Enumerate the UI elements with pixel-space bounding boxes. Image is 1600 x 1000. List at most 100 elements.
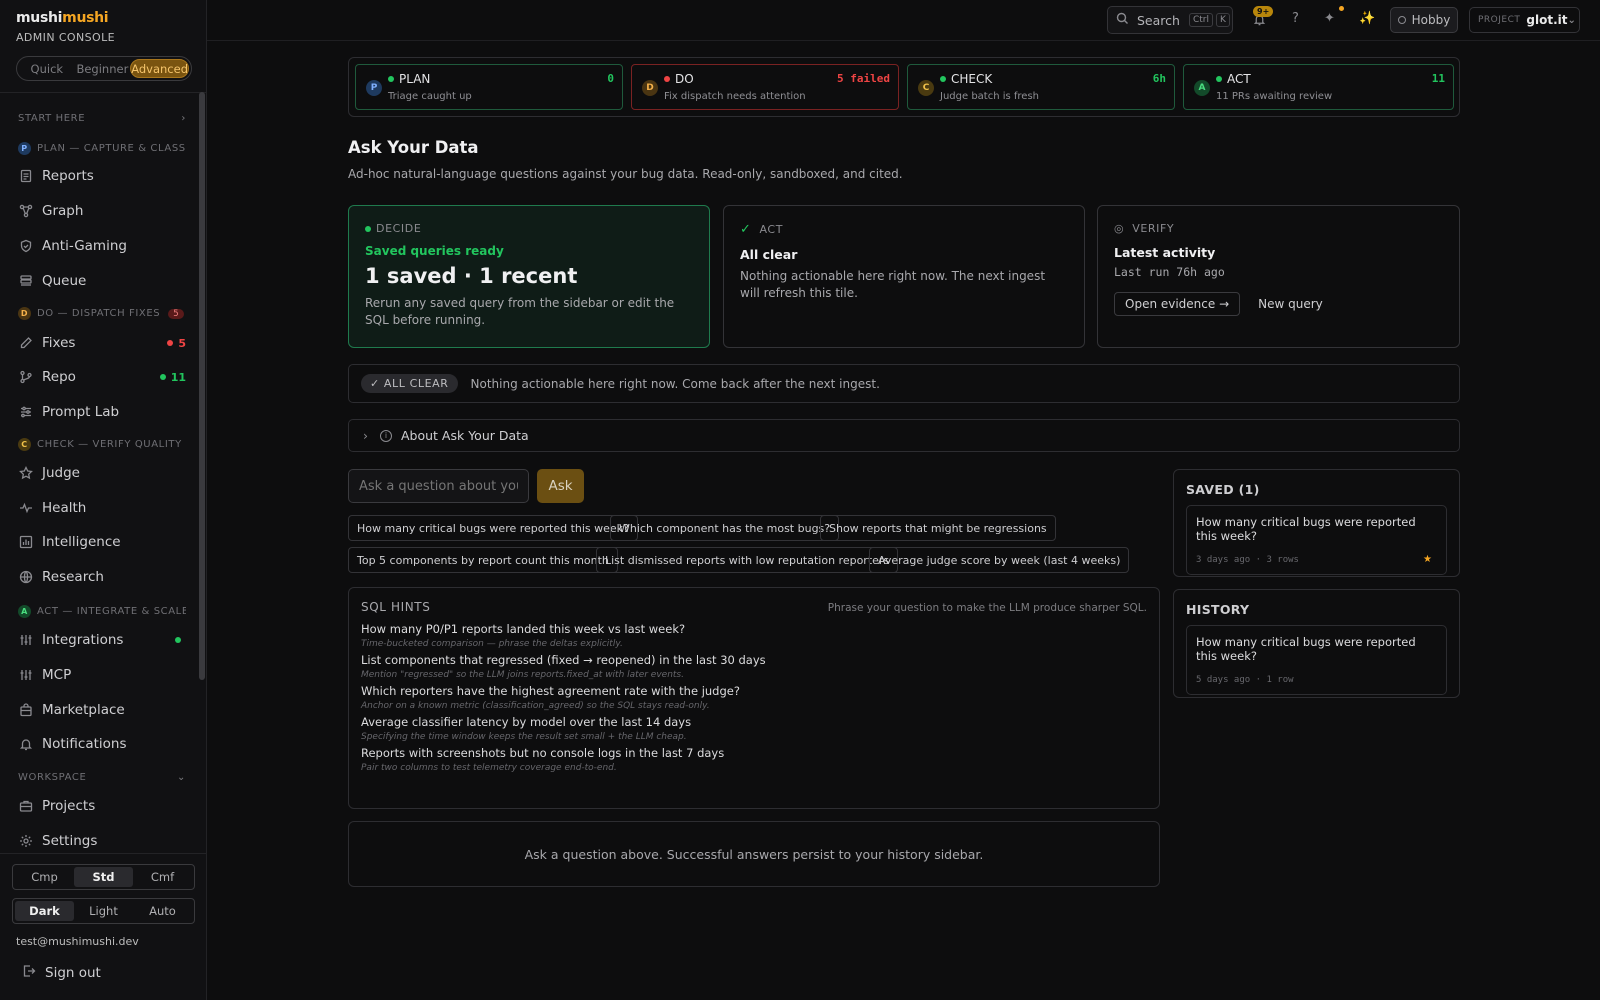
- history-query-card[interactable]: How many critical bugs were reported thi…: [1186, 625, 1447, 695]
- saved-query-card[interactable]: How many critical bugs were reported thi…: [1186, 505, 1447, 575]
- chevron-down-icon: ⌄: [177, 772, 186, 783]
- sign-out-icon: [22, 964, 36, 982]
- plan-tier-button[interactable]: Hobby: [1390, 7, 1458, 33]
- fixes-count-badge: 5: [167, 337, 186, 350]
- suggestion-chip[interactable]: Show reports that might be regressions: [820, 515, 1056, 541]
- sidebar-item-fixes[interactable]: Fixes 5: [18, 332, 186, 354]
- check-letter-icon: C: [918, 80, 934, 96]
- help-icon[interactable]: ?: [1292, 11, 1299, 26]
- suggestion-chip[interactable]: How many critical bugs were reported thi…: [348, 515, 638, 541]
- sidebar-item-queue[interactable]: Queue: [18, 270, 186, 292]
- sidebar-item-research[interactable]: Research: [18, 566, 186, 588]
- search-button[interactable]: Search Ctrl K: [1107, 6, 1233, 34]
- plan-letter-icon: P: [366, 80, 382, 96]
- pdca-act-card[interactable]: A ACT 11 PRs awaiting review 11: [1183, 64, 1454, 110]
- git-branch-icon: [18, 369, 34, 385]
- decide-headline: 1 saved · 1 recent: [365, 264, 578, 288]
- new-query-button[interactable]: New query: [1258, 297, 1323, 311]
- sidebar-item-judge[interactable]: Judge: [18, 462, 186, 484]
- sidebar-divider: [0, 92, 207, 93]
- theme-auto[interactable]: Auto: [133, 901, 192, 921]
- sql-hint[interactable]: Which reporters have the highest agreeme…: [361, 684, 1147, 711]
- suggestion-chip[interactable]: Average judge score by week (last 4 week…: [869, 547, 1130, 573]
- mode-quick[interactable]: Quick: [19, 59, 75, 78]
- sign-out-button[interactable]: Sign out: [22, 964, 101, 982]
- star-icon[interactable]: ★: [1423, 554, 1432, 565]
- sidebar-footer-divider: [0, 853, 207, 854]
- sidebar-item-intelligence[interactable]: Intelligence: [18, 531, 186, 553]
- density-compact[interactable]: Cmp: [15, 867, 74, 887]
- act-body: Nothing actionable here right now. The n…: [740, 269, 1046, 300]
- sidebar-item-repo[interactable]: Repo 11: [18, 366, 186, 388]
- pdca-do-value: 5 failed: [837, 72, 890, 85]
- pdca-check-card[interactable]: C CHECK Judge batch is fresh 6h: [907, 64, 1175, 110]
- sidebar-item-integrations[interactable]: Integrations: [18, 629, 186, 651]
- sidebar-item-health[interactable]: Health: [18, 497, 186, 519]
- sidebar-item-marketplace[interactable]: Marketplace: [18, 699, 186, 721]
- chevron-down-icon: ⌄: [1567, 14, 1576, 26]
- sql-hint[interactable]: Reports with screenshots but no console …: [361, 746, 1147, 773]
- history-title: HISTORY: [1186, 602, 1250, 617]
- all-clear-text: Nothing actionable here right now. Come …: [470, 376, 880, 391]
- section-start-here[interactable]: START HERE ›: [18, 113, 186, 124]
- theme-light[interactable]: Light: [74, 901, 133, 921]
- page-description: Ad-hoc natural-language questions agains…: [348, 167, 903, 181]
- magic-icon[interactable]: ✨: [1359, 11, 1375, 26]
- sidebar-item-reports[interactable]: Reports: [18, 165, 186, 187]
- sql-hint[interactable]: How many P0/P1 reports landed this week …: [361, 622, 1147, 649]
- section-plan: P PLAN — CAPTURE & CLASS...: [18, 142, 186, 155]
- act-letter-icon: A: [1194, 80, 1210, 96]
- globe-icon: [18, 569, 34, 585]
- ask-button[interactable]: Ask: [537, 469, 584, 503]
- sidebar-item-prompt-lab[interactable]: Prompt Lab: [18, 401, 186, 423]
- briefcase-icon: [18, 798, 34, 814]
- sidebar-item-notifications[interactable]: Notifications: [18, 733, 186, 755]
- about-disclosure[interactable]: › i About Ask Your Data: [348, 419, 1460, 452]
- target-icon: ◎: [1114, 222, 1125, 235]
- pdca-plan-value: 0: [607, 72, 614, 85]
- info-icon: i: [380, 429, 392, 442]
- pdca-do-card[interactable]: D DO Fix dispatch needs attention 5 fail…: [631, 64, 899, 110]
- pdca-plan-card[interactable]: P PLAN Triage caught up 0: [355, 64, 623, 110]
- sidebar-item-mcp[interactable]: MCP: [18, 664, 186, 686]
- pdca-check-value: 6h: [1152, 72, 1166, 85]
- pencil-icon: [18, 335, 34, 351]
- sql-hint[interactable]: Average classifier latency by model over…: [361, 715, 1147, 742]
- bag-icon: [18, 702, 34, 718]
- suggestion-chip[interactable]: Which component has the most bugs?: [610, 515, 840, 541]
- sidebar-scrollbar[interactable]: [199, 92, 205, 680]
- document-icon: [18, 168, 34, 184]
- bar-chart-icon: [18, 534, 34, 550]
- section-workspace[interactable]: WORKSPACE ⌄: [18, 772, 186, 783]
- suggestion-chip[interactable]: Top 5 components by report count this mo…: [348, 547, 618, 573]
- sidebar-item-graph[interactable]: Graph: [18, 200, 186, 222]
- theme-dark[interactable]: Dark: [15, 901, 74, 921]
- sql-hint[interactable]: List components that regressed (fixed → …: [361, 653, 1147, 680]
- theme-switcher: Dark Light Auto: [12, 898, 195, 924]
- verify-tile: ◎ VERIFY Latest activity Last run 76h ago…: [1097, 205, 1460, 348]
- project-selector[interactable]: PROJECT glot.it ⌄: [1469, 7, 1580, 33]
- sidebar-item-anti-gaming[interactable]: Anti-Gaming: [18, 235, 186, 257]
- mode-beginner[interactable]: Beginner: [75, 59, 131, 78]
- brand-logo[interactable]: mushimushi: [16, 10, 109, 26]
- brand-subtitle: ADMIN CONSOLE: [16, 31, 115, 44]
- sidebar-item-projects[interactable]: Projects: [18, 795, 186, 817]
- sparkle-icon[interactable]: ✦: [1324, 11, 1335, 26]
- pulse-icon: [18, 500, 34, 516]
- suggestion-chip[interactable]: List dismissed reports with low reputati…: [596, 547, 899, 573]
- mode-advanced[interactable]: Advanced: [130, 59, 189, 78]
- all-clear-pill: ✓ ALL CLEAR: [361, 374, 458, 393]
- sidebar-item-settings[interactable]: Settings: [18, 830, 186, 852]
- shield-check-icon: [18, 238, 34, 254]
- open-evidence-button[interactable]: Open evidence →: [1114, 292, 1241, 316]
- ask-input[interactable]: [348, 469, 529, 503]
- density-comfortable[interactable]: Cmf: [133, 867, 192, 887]
- section-do: D DO — DISPATCH FIXES 5: [18, 307, 186, 320]
- sidebar: mushimushi ADMIN CONSOLE Quick Beginner …: [0, 0, 207, 1000]
- sparkle-status-dot: [1339, 6, 1344, 11]
- density-standard[interactable]: Std: [74, 867, 133, 887]
- verify-title: Latest activity: [1114, 245, 1216, 260]
- mode-switcher: Quick Beginner Advanced: [16, 56, 192, 81]
- search-icon: [1116, 12, 1129, 28]
- plug-icon: [18, 632, 34, 648]
